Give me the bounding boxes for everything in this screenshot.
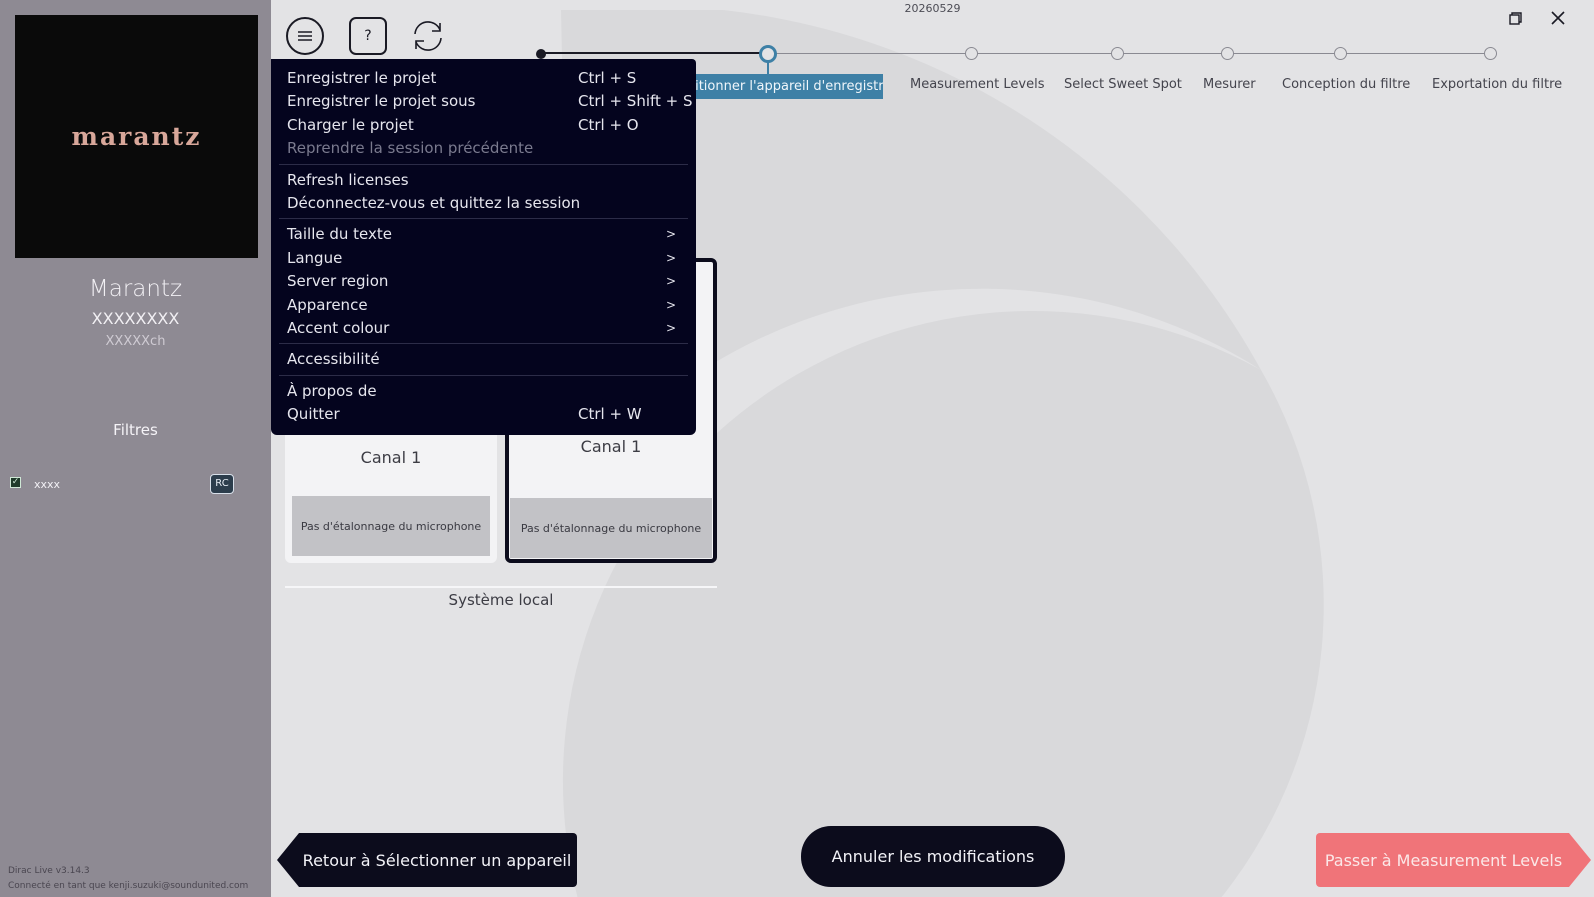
window-restore-icon[interactable] [1509, 12, 1522, 25]
menu-item-accessibility[interactable]: Accessibilité [271, 348, 696, 371]
step-label-filter-design: Conception du filtre [1282, 77, 1411, 92]
stepper-progress [542, 52, 766, 54]
menu-item-label: Enregistrer le projet sous [287, 92, 476, 111]
cancel-changes-button[interactable]: Annuler les modifications [801, 826, 1065, 887]
menu-item-label: Déconnectez-vous et quittez la session [287, 193, 581, 212]
menu-separator [279, 163, 688, 165]
filter-checkbox[interactable]: ✓ [10, 477, 21, 488]
local-system-label: Système local [448, 591, 554, 609]
device-brand: Marantz [88, 276, 183, 302]
menu-shortcut: Ctrl + O [578, 115, 639, 134]
menu-shortcut: Ctrl + S [578, 69, 637, 87]
menu-item-resume-session: Reprendre la session précédente [271, 137, 696, 160]
step-label-active: Positionner l'appareil d'enregistrement [673, 74, 883, 99]
menu-item-label: À propos de [287, 381, 377, 400]
logo-text: marantz [71, 122, 202, 151]
step-dot-filter-design[interactable] [1334, 47, 1347, 60]
menu-item-label: Reprendre la session précédente [287, 139, 534, 158]
submenu-arrow-icon: > [665, 297, 676, 312]
menu-item-logout[interactable]: Déconnectez-vous et quittez la session [271, 192, 696, 215]
menu-item-accent-colour[interactable]: Accent colour > [271, 317, 696, 340]
step-dot-select-device[interactable] [536, 49, 546, 59]
step-connector [767, 62, 769, 74]
filters-title: Filtres [113, 421, 158, 439]
menu-item-server-region[interactable]: Server region > [271, 270, 696, 293]
menu-item-label: Taille du texte [287, 225, 392, 244]
menu-item-save[interactable]: Enregistrer le projet Ctrl + S [271, 67, 696, 90]
card-mic-status: Pas d'étalonnage du microphone [292, 496, 490, 556]
menu-item-quit[interactable]: Quitter Ctrl + W [271, 403, 696, 426]
rc-badge: RC [210, 474, 234, 494]
window-close-icon[interactable] [1550, 10, 1566, 26]
device-logo: marantz [15, 15, 258, 258]
back-button[interactable]: Retour à Sélectionner un appareil [277, 833, 577, 887]
menu-item-label: Server region [287, 272, 389, 291]
menu-item-about[interactable]: À propos de [271, 380, 696, 403]
menu-item-label: Langue [287, 248, 343, 267]
hamburger-menu-button[interactable] [286, 17, 324, 55]
menu-shortcut: Ctrl + W [578, 405, 642, 424]
local-system-divider [285, 586, 717, 588]
next-step-button[interactable]: Passer à Measurement Levels [1316, 833, 1591, 887]
menu-item-label: Apparence [287, 295, 368, 314]
hamburger-icon [298, 31, 312, 41]
step-dot-measure[interactable] [1221, 47, 1234, 60]
menu-separator [279, 218, 688, 220]
version-text: Dirac Live v3.14.3 [8, 866, 90, 876]
menu-separator [279, 374, 688, 376]
step-label-measurement-levels: Measurement Levels [910, 77, 1045, 92]
menu-shortcut: Ctrl + Shift + S [578, 92, 693, 111]
connected-as-text: Connecté en tant que kenji.suzuki@soundu… [8, 881, 249, 891]
sidebar: marantz Marantz XXXXXXXX XXXXXch Filtres… [0, 0, 271, 897]
refresh-icon [414, 21, 442, 51]
step-dot-filter-export[interactable] [1484, 47, 1497, 60]
card-channel-label: Canal 1 [360, 448, 422, 467]
menu-item-language[interactable]: Langue > [271, 247, 696, 270]
step-dot-sweet-spot[interactable] [1111, 47, 1124, 60]
menu-item-text-size[interactable]: Taille du texte > [271, 223, 696, 246]
device-model: XXXXXXXX [91, 309, 180, 328]
help-button[interactable]: ? [349, 17, 387, 55]
project-date: 20260529 [904, 2, 961, 15]
step-label-filter-export: Exportation du filtre [1432, 77, 1563, 92]
card-mic-status: Pas d'étalonnage du microphone [510, 498, 712, 558]
submenu-arrow-icon: > [665, 250, 676, 265]
step-label-sweet-spot: Select Sweet Spot [1064, 77, 1182, 92]
menu-item-label: Enregistrer le projet [287, 69, 437, 87]
menu-item-label: Refresh licenses [287, 170, 409, 189]
step-dot-measurement-levels[interactable] [965, 47, 978, 60]
main-menu-dropdown: Enregistrer le projet Ctrl + S Enregistr… [271, 59, 696, 435]
menu-item-label: Quitter [287, 405, 340, 424]
submenu-arrow-icon: > [665, 274, 676, 289]
filter-item[interactable]: ✓ xxxx RC [10, 472, 238, 496]
submenu-arrow-icon: > [665, 320, 676, 335]
card-channel-label: Canal 1 [580, 437, 642, 456]
menu-item-label: Accent colour [287, 318, 390, 337]
menu-item-label: Charger le projet [287, 115, 414, 134]
step-label-measure: Mesurer [1203, 77, 1256, 92]
menu-item-refresh-licenses[interactable]: Refresh licenses [271, 169, 696, 192]
version-info: Dirac Live v3.14.3 Connecté en tant que … [8, 864, 248, 894]
menu-item-appearance[interactable]: Apparence > [271, 294, 696, 317]
filter-name: xxxx [34, 478, 61, 491]
menu-separator [279, 343, 688, 345]
question-icon: ? [364, 28, 372, 44]
step-dot-position-device[interactable] [759, 45, 777, 63]
menu-item-load[interactable]: Charger le projet Ctrl + O [271, 114, 696, 137]
menu-item-save-as[interactable]: Enregistrer le projet sous Ctrl + Shift … [271, 90, 696, 113]
refresh-button[interactable] [409, 17, 447, 55]
submenu-arrow-icon: > [665, 227, 676, 242]
device-channels: XXXXXch [105, 334, 166, 349]
menu-item-label: Accessibilité [287, 350, 380, 369]
